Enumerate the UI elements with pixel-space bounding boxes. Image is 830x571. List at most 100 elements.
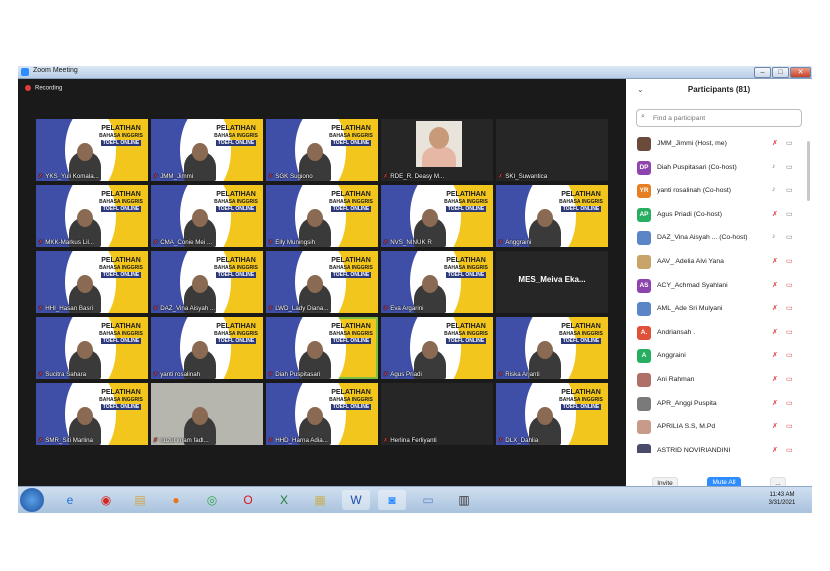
muted-mic-icon[interactable]: ✗	[772, 375, 778, 383]
camera-off-icon[interactable]: ▭	[786, 304, 793, 312]
word-icon[interactable]: W	[342, 490, 370, 510]
participant-row[interactable]: ASTRID NOVIRIANDINI ✗ ▭	[626, 440, 806, 453]
muted-mic-icon[interactable]: ✗	[772, 422, 778, 430]
mic-icon[interactable]: ♪	[772, 163, 776, 170]
excel-icon[interactable]: X	[270, 490, 298, 510]
avatar	[637, 420, 651, 435]
camera-icon[interactable]: ▭	[786, 186, 793, 194]
firefox-icon[interactable]: ●	[162, 490, 190, 510]
video-tile[interactable]: PELATIHAN BAHASA INGGRIS TOEFL ONLINE ✗ MKK-…	[36, 185, 148, 247]
folder-icon[interactable]: ▤	[126, 490, 154, 510]
tile-name-label: ✗ HHD_Harna Adia...	[268, 437, 328, 444]
participant-row[interactable]: A Anggraini ✗ ▭	[626, 345, 806, 369]
camera-icon[interactable]: ▭	[786, 139, 793, 147]
camera-icon[interactable]: ▭	[786, 163, 793, 171]
video-tile[interactable]: PELATIHAN BAHASA INGGRIS TOEFL ONLINE ✗ SGK …	[266, 119, 378, 181]
participant-name: Agus Priadi (Co-host)	[657, 210, 722, 218]
video-tile[interactable]: PELATIHAN BAHASA INGGRIS TOEFL ONLINE ✗ Diah…	[266, 317, 378, 379]
video-tile[interactable]: PELATIHAN BAHASA INGGRIS TOEFL ONLINE ✗ yant…	[151, 317, 263, 379]
mic-icon[interactable]: ♪	[772, 233, 776, 240]
tile-banner-text: PELATIHAN BAHASA INGGRIS TOEFL ONLINE	[214, 257, 258, 278]
camera-off-icon[interactable]: ▭	[786, 281, 793, 289]
search-input[interactable]	[651, 111, 795, 125]
window-icon[interactable]: ▭	[414, 490, 442, 510]
participant-row[interactable]: A. Andriansah . ✗ ▭	[626, 322, 806, 346]
close-button[interactable]: ✕	[790, 67, 811, 78]
tile-name-large: MES_Meiva Eka...	[518, 275, 586, 284]
video-tile[interactable]: PELATIHAN BAHASA INGGRIS TOEFL ONLINE ✗ HHI_…	[36, 251, 148, 313]
files-icon[interactable]: ▦	[306, 490, 334, 510]
camera-icon[interactable]: ▭	[786, 233, 793, 241]
participant-row[interactable]: AAV_ Adelia Alvi Yana ✗ ▭	[626, 251, 806, 275]
participant-row[interactable]: AP Agus Priadi (Co-host) ✗ ▭	[626, 204, 806, 228]
muted-mic-icon[interactable]: ✗	[772, 399, 778, 407]
muted-mic-icon[interactable]: ✗	[772, 257, 778, 265]
video-tile[interactable]: PELATIHAN BAHASA INGGRIS TOEFL ONLINE ✗ LWD_…	[266, 251, 378, 313]
video-tile[interactable]: PELATIHAN BAHASA INGGRIS TOEFL ONLINE ✗ Suci…	[36, 317, 148, 379]
video-tile[interactable]: PELATIHAN BAHASA INGGRIS TOEFL ONLINE ✗ CMA_…	[151, 185, 263, 247]
participant-row[interactable]: DP Diah Puspitasari (Co-host) ♪ ▭	[626, 157, 806, 181]
start-button[interactable]	[20, 488, 44, 512]
clapper-icon[interactable]: ▥	[450, 490, 478, 510]
minimize-button[interactable]: –	[754, 67, 771, 78]
video-tile[interactable]: PELATIHAN BAHASA INGGRIS TOEFL ONLINE ✗ JMM_…	[151, 119, 263, 181]
app-icon[interactable]: ◉	[92, 490, 120, 510]
video-tile[interactable]: ✗ Herlina Ferliyanti	[381, 383, 493, 445]
video-tile[interactable]: PELATIHAN BAHASA INGGRIS TOEFL ONLINE ✗ YKS_…	[36, 119, 148, 181]
participant-name: ASTRID NOVIRIANDINI	[657, 446, 731, 453]
participant-row[interactable]: AML_Ade Sri Mulyani ✗ ▭	[626, 298, 806, 322]
camera-off-icon[interactable]: ▭	[786, 257, 793, 265]
participant-row[interactable]: APRILIA S.S, M.Pd ✗ ▭	[626, 416, 806, 440]
video-tile[interactable]: PELATIHAN BAHASA INGGRIS TOEFL ONLINE ✗ Eva …	[381, 251, 493, 313]
muted-mic-icon: ✗	[153, 437, 159, 444]
participant-row[interactable]: AS ACY_Achmad Syahlani ✗ ▭	[626, 275, 806, 299]
video-tile[interactable]: MES_Meiva Eka...	[496, 251, 608, 313]
camera-off-icon[interactable]: ▭	[786, 351, 793, 359]
muted-mic-icon[interactable]: ✗	[772, 351, 778, 359]
muted-mic-icon[interactable]: ✗	[772, 281, 778, 289]
muted-mic-icon[interactable]: ✗	[772, 446, 778, 453]
participant-scrollbar[interactable]	[807, 141, 810, 201]
tile-name-label: ✗ Herlina Ferliyanti	[383, 437, 437, 444]
recording-indicator[interactable]: Recording	[25, 85, 62, 92]
participant-row[interactable]: APR_Anggi Puspita ✗ ▭	[626, 393, 806, 417]
camera-off-icon[interactable]: ▭	[786, 446, 793, 453]
ie-icon[interactable]: e	[56, 490, 84, 510]
video-tile[interactable]: ✗ SKI_Suwantica	[496, 119, 608, 181]
muted-mic-icon[interactable]: ✗	[772, 328, 778, 336]
mic-icon[interactable]: ♪	[772, 186, 776, 193]
video-tile[interactable]: ✗ RDE_R. Deasy M...	[381, 119, 493, 181]
camera-off-icon[interactable]: ▭	[786, 375, 793, 383]
video-gallery: Recording PELATIHAN BAHASA INGGRIS TOEFL O…	[18, 79, 624, 511]
video-tile[interactable]: PELATIHAN BAHASA INGGRIS TOEFL ONLINE ✗ Risk…	[496, 317, 608, 379]
camera-off-icon[interactable]: ▭	[786, 328, 793, 336]
muted-mic-icon[interactable]: ✗	[772, 139, 778, 147]
muted-mic-icon[interactable]: ✗	[772, 304, 778, 312]
video-tile[interactable]: PELATIHAN BAHASA INGGRIS TOEFL ONLINE ✗ DAZ_…	[151, 251, 263, 313]
maximize-button[interactable]: □	[772, 67, 789, 78]
opera-icon[interactable]: O	[234, 490, 262, 510]
camera-off-icon[interactable]: ▭	[786, 399, 793, 407]
participant-name: DAZ_Vina Aisyah ... (Co-host)	[657, 234, 748, 242]
video-tile[interactable]: PELATIHANBAHASA INGGRISTOEFL ONLINE✗nuzu…	[151, 383, 263, 445]
taskbar-clock[interactable]: 11:43 AM 3/31/2021	[762, 491, 802, 507]
video-tile[interactable]: PELATIHAN BAHASA INGGRIS TOEFL ONLINE ✗ Agus…	[381, 317, 493, 379]
camera-icon[interactable]: ▭	[786, 210, 793, 218]
video-tile[interactable]: PELATIHAN BAHASA INGGRIS TOEFL ONLINE ✗ SMR_…	[36, 383, 148, 445]
chrome-icon[interactable]: ◎	[198, 490, 226, 510]
video-tile[interactable]: PELATIHAN BAHASA INGGRIS TOEFL ONLINE ✗ HHD_…	[266, 383, 378, 445]
muted-mic-icon: ✗	[38, 173, 44, 180]
participant-search[interactable]: ⌕	[636, 109, 802, 127]
muted-mic-icon[interactable]: ✗	[772, 210, 778, 218]
participant-row[interactable]: DAZ_Vina Aisyah ... (Co-host) ♪ ▭	[626, 227, 806, 251]
video-tile[interactable]: PELATIHAN BAHASA INGGRIS TOEFL ONLINE ✗ NVS_…	[381, 185, 493, 247]
tile-banner-text: PELATIHAN BAHASA INGGRIS TOEFL ONLINE	[559, 191, 603, 212]
zoom-icon[interactable]: ◙	[378, 490, 406, 510]
video-tile[interactable]: PELATIHAN BAHASA INGGRIS TOEFL ONLINE ✗ Elly…	[266, 185, 378, 247]
video-tile[interactable]: PELATIHAN BAHASA INGGRIS TOEFL ONLINE ✗ DLX_…	[496, 383, 608, 445]
video-tile[interactable]: PELATIHAN BAHASA INGGRIS TOEFL ONLINE ✗ Angg…	[496, 185, 608, 247]
participant-row[interactable]: JMM_Jimmi (Host, me) ✗ ▭	[626, 133, 806, 157]
participant-row[interactable]: Ani Rahman ✗ ▭	[626, 369, 806, 393]
participant-row[interactable]: YR yanti rosalinah (Co-host) ♪ ▭	[626, 180, 806, 204]
camera-off-icon[interactable]: ▭	[786, 422, 793, 430]
